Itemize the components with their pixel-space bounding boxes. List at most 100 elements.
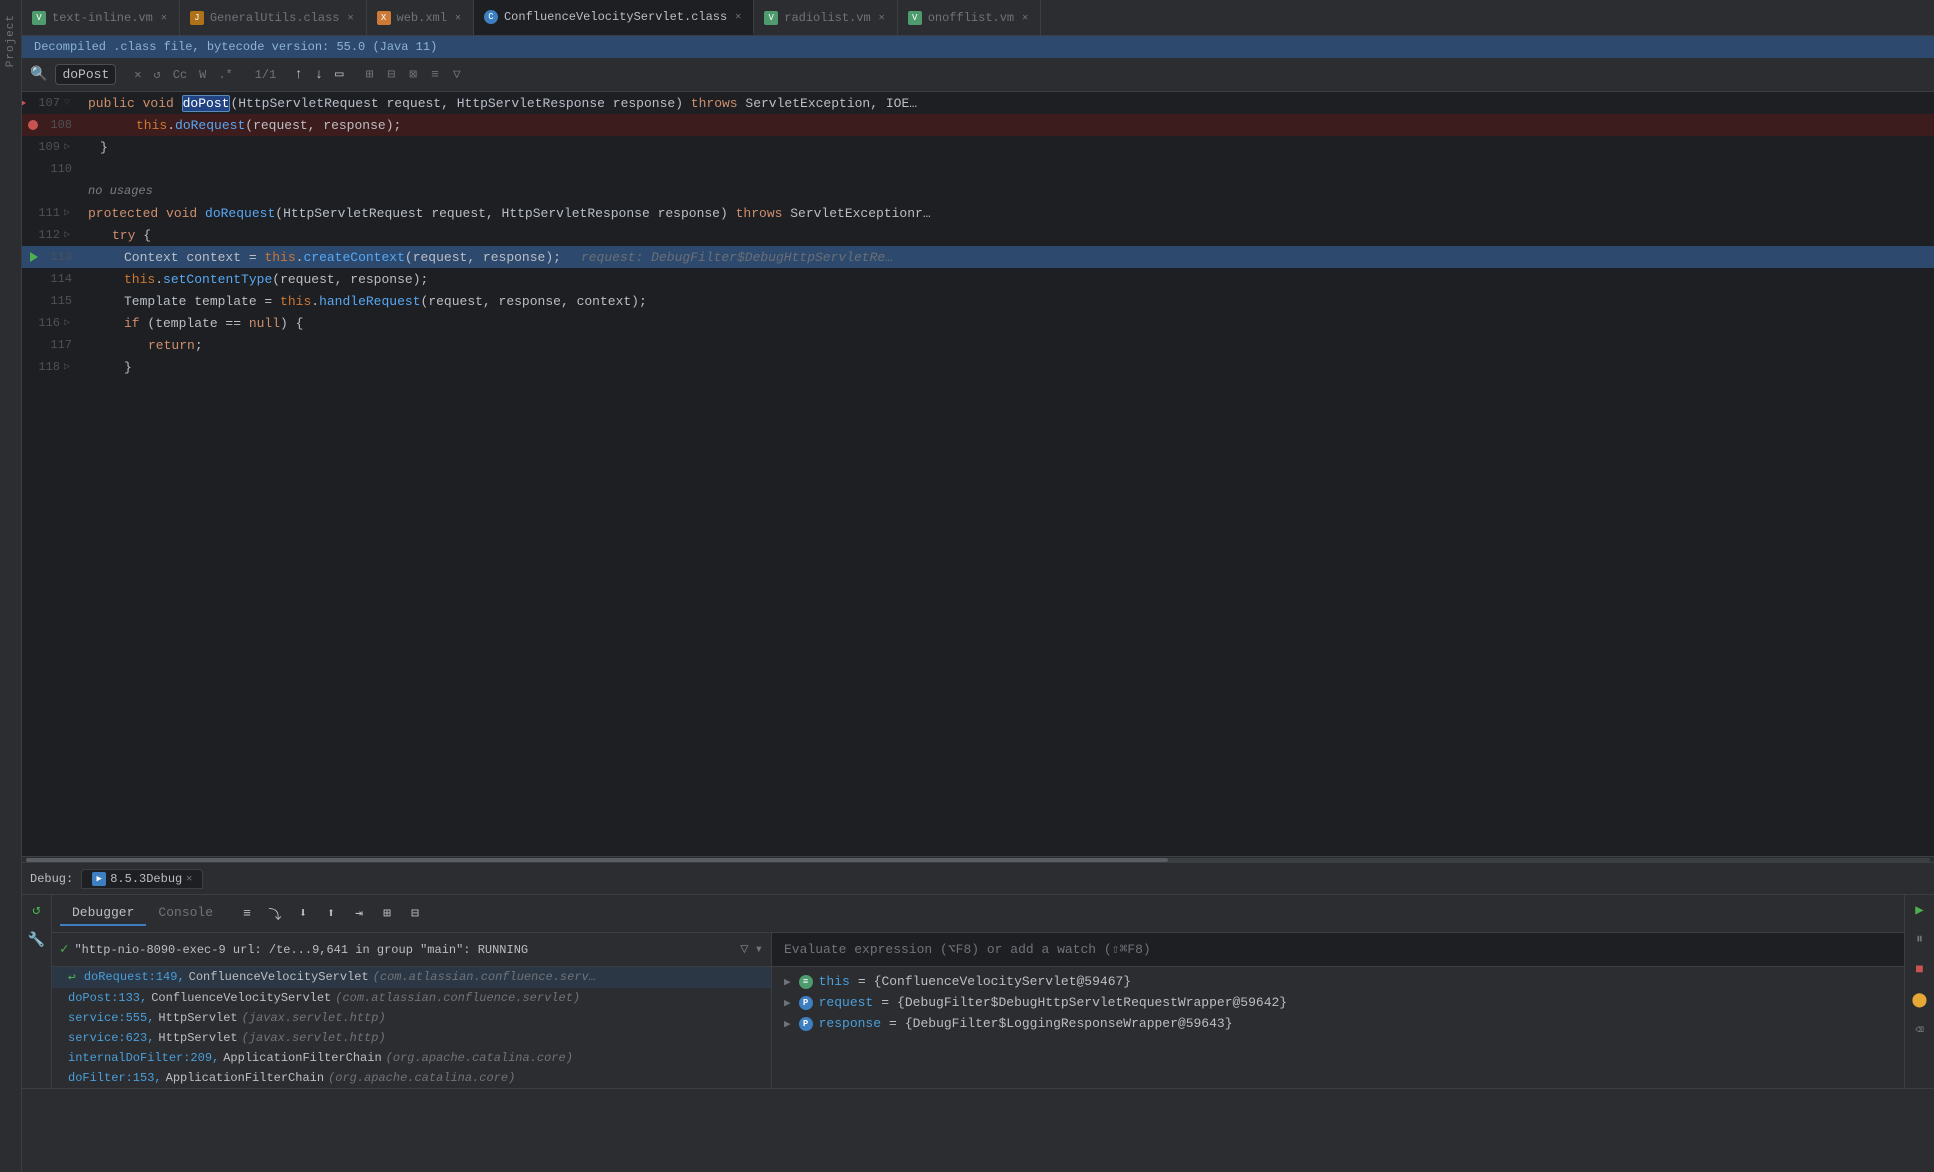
java-icon: J [190, 11, 204, 25]
step-out-icon[interactable]: ⬆ [319, 902, 343, 926]
horizontal-scrollbar[interactable] [22, 856, 1934, 862]
tab-close-text-inline-vm[interactable]: ✕ [159, 10, 169, 26]
search-next-btn[interactable]: ↓ [311, 65, 327, 85]
punc-116a: (template == [147, 316, 248, 331]
tab-label-web-xml: web.xml [397, 11, 447, 25]
step-over-icon[interactable]: ⤵ [263, 902, 287, 926]
line-content-113: Context context = this.createContext(req… [82, 250, 1934, 265]
frame-package-3: (javax.servlet.http) [242, 1031, 386, 1045]
type-111b: HttpServletResponse [502, 206, 650, 221]
var-response[interactable]: ▶ P response = {DebugFilter$LoggingRespo… [772, 1013, 1904, 1034]
search-align-btn[interactable]: ≡ [427, 65, 443, 84]
fold-icon-107[interactable]: ▽ [64, 97, 70, 109]
code-line-no-usages: no usages [22, 180, 1934, 202]
fold-icon-109[interactable]: ▷ [64, 141, 70, 153]
thread-expand-icon[interactable]: ▾ [755, 941, 763, 958]
frames-icon[interactable]: ≡ [235, 902, 259, 926]
var-expand-response[interactable]: ▶ [784, 1017, 791, 1031]
run-to-cursor-icon[interactable]: ⇥ [347, 902, 371, 926]
frame-item-5[interactable]: doFilter:153, ApplicationFilterChain (or… [52, 1068, 771, 1088]
tab-text-inline-vm[interactable]: V text-inline.vm ✕ [22, 0, 180, 35]
gutter-115: 115 [22, 294, 82, 308]
var-eq-this: = [858, 974, 866, 989]
bug-icon[interactable]: ⬤ [1909, 989, 1931, 1011]
fold-icon-111[interactable]: ▷ [64, 207, 70, 219]
frame-item-0[interactable]: ↩ doRequest:149, ConfluenceVelocityServl… [52, 967, 771, 988]
class-icon: C [484, 10, 498, 24]
var-expand-this[interactable]: ▶ [784, 975, 791, 989]
breakpoint-dot-108 [28, 120, 38, 130]
search-expand-btn[interactable]: ⊞ [362, 65, 378, 84]
filter-icon[interactable]: ▽ [740, 941, 748, 958]
tab-close-confluence[interactable]: ✕ [733, 9, 743, 25]
tab-confluence-velocity-servlet[interactable]: C ConfluenceVelocityServlet.class ✕ [474, 0, 754, 35]
tab-web-xml[interactable]: X web.xml ✕ [367, 0, 474, 35]
search-block-btn[interactable]: ⊠ [405, 65, 421, 84]
search-shrink-btn[interactable]: ⊟ [383, 65, 399, 84]
var-request[interactable]: ▶ P request = {DebugFilter$DebugHttpServ… [772, 992, 1904, 1013]
frame-item-3[interactable]: service:623, HttpServlet (javax.servlet.… [52, 1028, 771, 1048]
step-into-icon[interactable]: ⬇ [291, 902, 315, 926]
fold-icon-112[interactable]: ▷ [64, 229, 70, 241]
frames-list-icon[interactable]: ⊟ [403, 902, 427, 926]
frame-item-1[interactable]: doPost:133, ConfluenceVelocityServlet (c… [52, 988, 771, 1008]
param-request-2: request [253, 118, 308, 133]
stop-icon[interactable]: ■ [1909, 959, 1931, 981]
search-filter-btn[interactable]: ▽ [449, 65, 465, 84]
punc-113a: context = [179, 250, 265, 265]
tab-generalutils-class[interactable]: J GeneralUtils.class ✕ [180, 0, 367, 35]
search-clear-btn[interactable]: ✕ [130, 65, 145, 84]
gutter-114: 114 [22, 272, 82, 286]
line-num-114: 114 [44, 272, 72, 286]
var-expand-request[interactable]: ▶ [784, 996, 791, 1010]
param-114b: response [350, 272, 412, 287]
line-content-112: try { [82, 228, 1934, 243]
debug-session-tab[interactable]: ▶ 8.5.3Debug ✕ [81, 869, 203, 889]
tab-close-generalutils[interactable]: ✕ [345, 10, 355, 26]
search-prev-btn[interactable]: ↑ [290, 65, 306, 85]
eval-bar[interactable]: Evaluate expression (⌥F8) or add a watch… [772, 933, 1904, 967]
debug-tabs-bar: Debug: ▶ 8.5.3Debug ✕ [22, 863, 1934, 895]
method-createContext: createContext [303, 250, 404, 265]
tab-console[interactable]: Console [146, 901, 225, 926]
gutter-117: 117 [22, 338, 82, 352]
tab-onofflist-vm[interactable]: V onofflist.vm ✕ [898, 0, 1041, 35]
pause-icon[interactable]: ⏸ [1909, 929, 1931, 951]
punc-111c: , [486, 206, 502, 221]
frame-item-2[interactable]: service:555, HttpServlet (javax.servlet.… [52, 1008, 771, 1028]
code-line-111: 111 ▷ protected void doRequest(HttpServl… [22, 202, 1934, 224]
search-multiline-btn[interactable]: ▭ [331, 64, 347, 85]
frame-item-4[interactable]: internalDoFilter:209, ApplicationFilterC… [52, 1048, 771, 1068]
fold-icon-118[interactable]: ▷ [64, 361, 70, 373]
ellipsis-1: … [909, 96, 917, 111]
tab-close-radiolist[interactable]: ✕ [877, 10, 887, 26]
code-line-113: 113 Context context = this.createContext… [22, 246, 1934, 268]
xml-icon: X [377, 11, 391, 25]
fold-icon-116[interactable]: ▷ [64, 317, 70, 329]
evaluate-icon[interactable]: ⊞ [375, 902, 399, 926]
rerun-icon[interactable]: ↺ [26, 899, 48, 921]
debug-session-close[interactable]: ✕ [186, 873, 192, 885]
search-input-area[interactable]: doPost [55, 64, 116, 85]
tab-debugger[interactable]: Debugger [60, 901, 146, 926]
breakpoint-arrow-107 [22, 97, 26, 109]
play-icon[interactable]: ▶ [1909, 899, 1931, 921]
kw-this-3: this [124, 272, 155, 287]
search-regex-btn[interactable]: .* [214, 66, 236, 84]
type-1: HttpServletRequest [238, 96, 378, 111]
punc-108c: , [308, 118, 324, 133]
tab-close-web-xml[interactable]: ✕ [453, 10, 463, 26]
tab-close-onofflist[interactable]: ✕ [1020, 10, 1030, 26]
search-word-btn[interactable]: W [195, 66, 210, 84]
search-refresh-btn[interactable]: ↺ [149, 65, 164, 84]
tab-radiolist-vm[interactable]: V radiolist.vm ✕ [754, 0, 897, 35]
kw-if: if [124, 316, 147, 331]
var-eq-request: = [881, 995, 889, 1010]
punc-113e: ); [545, 250, 561, 265]
var-this[interactable]: ▶ ≡ this = {ConfluenceVelocityServlet@59… [772, 971, 1904, 992]
frame-method-4: internalDoFilter:209, [68, 1051, 219, 1065]
gutter-109: 109 ▷ [22, 140, 82, 154]
clear-icon[interactable]: ⌫ [1909, 1019, 1931, 1041]
search-case-btn[interactable]: Cc [169, 66, 191, 84]
settings-icon[interactable]: 🔧 [26, 929, 48, 951]
